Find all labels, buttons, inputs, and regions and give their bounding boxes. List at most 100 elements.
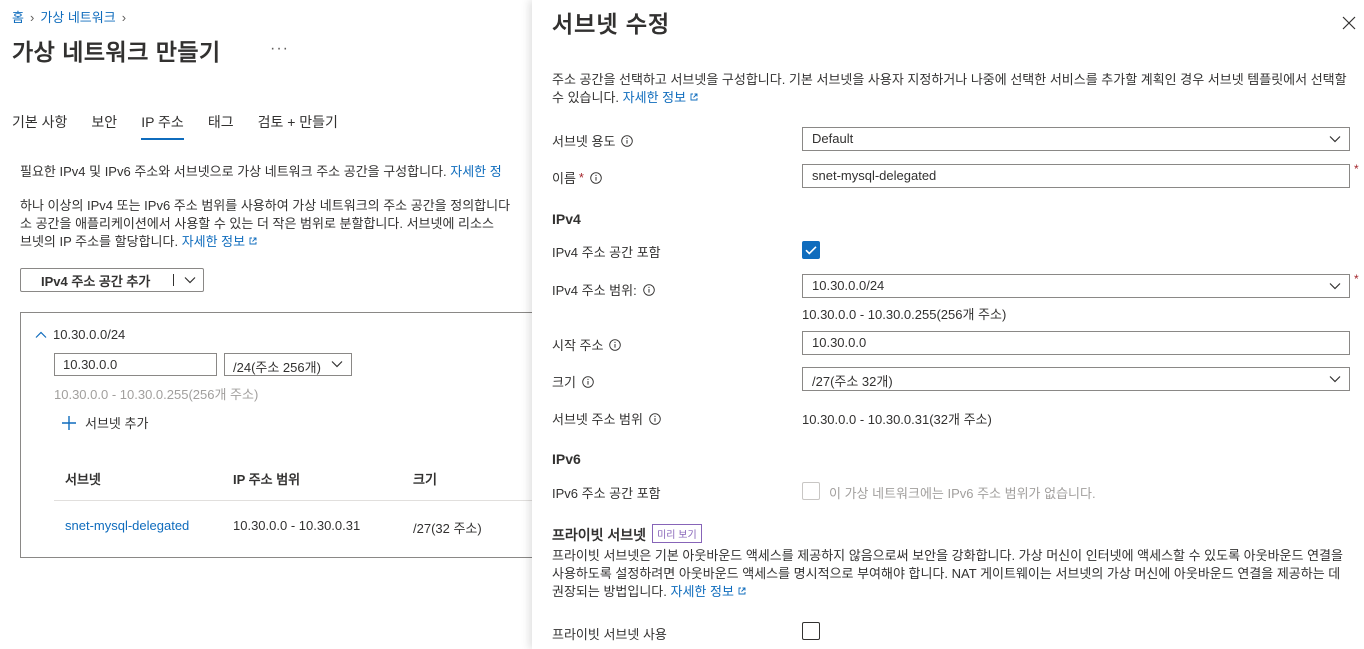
intro-text-body: 필요한 IPv4 및 IPv6 주소와 서브넷으로 가상 네트워크 주소 공간을… (20, 164, 447, 179)
name-label-text: 이름 (552, 171, 576, 186)
address-space-size-select[interactable]: /24(주소 256개) (224, 353, 352, 376)
plus-icon (62, 415, 76, 430)
ipv4-range-label: IPv4 주소 범위: (552, 280, 655, 299)
name-label: 이름 * (552, 168, 602, 187)
ipv4-include-checkbox[interactable] (802, 241, 820, 259)
subnet-size-select[interactable]: /27(주소 32개) (802, 367, 1350, 391)
address-space-header[interactable]: 10.30.0.0/24 (35, 327, 125, 342)
subnet-name-link[interactable]: snet-mysql-delegated (65, 518, 189, 533)
info-icon[interactable] (582, 375, 594, 388)
private-subnet-description: 프라이빗 서브넷은 기본 아웃바운드 액세스를 제공하지 않음으로써 보안을 강… (552, 547, 1352, 601)
tab-bar: 기본 사항 보안 IP 주소 태그 검토 + 만들기 (12, 112, 338, 140)
info-icon[interactable] (590, 171, 602, 184)
ipv6-include-label: IPv6 주소 공간 포함 (552, 486, 661, 501)
size-select-value: /24(주소 256개) (233, 360, 321, 375)
required-marker: * (1354, 272, 1359, 286)
subnet-purpose-label-text: 서브넷 용도 (552, 134, 616, 149)
chevron-down-icon[interactable] (184, 276, 196, 284)
ipv6-include-checkbox (802, 482, 820, 500)
ipv6-note: 이 가상 네트워크에는 IPv6 주소 범위가 없습니다. (829, 486, 1096, 501)
subnet-ip-range: 10.30.0.0 - 10.30.0.31 (233, 518, 361, 533)
start-address-input[interactable]: 10.30.0.0 (802, 331, 1350, 355)
subnet-range-label: 서브넷 주소 범위 (552, 409, 661, 428)
tab-basics[interactable]: 기본 사항 (12, 112, 67, 140)
preview-badge: 미리 보기 (652, 524, 702, 543)
size-label-text: 크기 (552, 375, 576, 390)
col-header-ip-range: IP 주소 범위 (233, 472, 301, 487)
private-subnet-checkbox[interactable] (802, 622, 820, 640)
start-address-label-text: 시작 주소 (552, 338, 604, 353)
external-link-icon (738, 587, 746, 595)
tab-ip-addresses[interactable]: IP 주소 (141, 112, 184, 140)
chevron-down-icon (331, 361, 343, 368)
page-title: 가상 네트워크 만들기 (12, 39, 221, 65)
external-link-icon (690, 93, 698, 101)
more-options-button[interactable]: ··· (270, 40, 289, 58)
subnet-purpose-label: 서브넷 용도 (552, 131, 634, 150)
tab-security[interactable]: 보안 (91, 112, 117, 140)
info-icon[interactable] (649, 412, 661, 425)
col-header-size: 크기 (413, 472, 437, 487)
subnet-range-label-text: 서브넷 주소 범위 (552, 412, 643, 427)
subnet-range-value: 10.30.0.0 - 10.30.0.31(32개 주소) (802, 412, 992, 427)
add-subnet-button[interactable]: 서브넷 추가 (61, 413, 148, 432)
intro-learn-more-link[interactable]: 자세한 정 (450, 164, 501, 179)
ipv4-range-select[interactable]: 10.30.0.0/24 (802, 274, 1350, 298)
description-line: 브넷의 IP 주소를 할당합니다. (20, 234, 179, 249)
add-ipv4-space-button[interactable]: IPv4 주소 공간 추가 (20, 268, 204, 292)
table-divider (54, 500, 540, 501)
panel-description: 주소 공간을 선택하고 서브넷을 구성합니다. 기본 서브넷을 사용자 지정하거… (552, 71, 1352, 107)
tab-review-create[interactable]: 검토 + 만들기 (258, 112, 338, 140)
create-vnet-page: 홈 › 가상 네트워크 › 가상 네트워크 만들기 ··· 기본 사항 보안 IP 주… (0, 0, 540, 649)
ipv6-section-heading: IPv6 (552, 451, 581, 467)
breadcrumb-vnet[interactable]: 가상 네트워크 (40, 10, 115, 25)
private-subnet-enable-label: 프라이빗 서브넷 사용 (552, 627, 667, 642)
size-label: 크기 (552, 372, 594, 391)
ipv4-range-hint: 10.30.0.0 - 10.30.0.255(256개 주소) (802, 307, 1007, 322)
tab-tags[interactable]: 태그 (208, 112, 234, 140)
ipv4-section-heading: IPv4 (552, 211, 581, 227)
breadcrumb-separator-icon: › (29, 10, 35, 25)
required-marker: * (1354, 162, 1359, 176)
external-link-icon (249, 237, 257, 245)
address-space-start-input[interactable]: 10.30.0.0 (54, 353, 217, 376)
description-line: 하나 이상의 IPv4 또는 IPv6 주소 범위를 사용하여 가상 네트워크의… (20, 198, 511, 213)
address-space-card: 10.30.0.0/24 10.30.0.0 /24(주소 256개) 10.3… (20, 312, 540, 558)
breadcrumb: 홈 › 가상 네트워크 › (12, 7, 132, 26)
ipv4-range-value: 10.30.0.0/24 (812, 278, 885, 293)
split-divider (173, 274, 174, 286)
address-space-description: 하나 이상의 IPv4 또는 IPv6 주소 범위를 사용하여 가상 네트워크의… (20, 197, 540, 251)
col-header-subnet: 서브넷 (65, 472, 101, 487)
info-icon[interactable] (621, 134, 634, 147)
learn-more-link[interactable]: 자세한 정보 (182, 234, 257, 249)
subnet-purpose-value: Default (812, 131, 854, 146)
address-range-hint: 10.30.0.0 - 10.30.0.255(256개 주소) (54, 387, 259, 402)
description-line: 소 공간을 애플리케이션에서 사용할 수 있는 더 작은 범위로 분할합니다. … (20, 216, 494, 231)
start-address-label: 시작 주소 (552, 335, 622, 354)
chevron-down-icon (1329, 283, 1341, 290)
chevron-down-icon (1329, 376, 1341, 383)
ipv4-range-label-text: IPv4 주소 범위: (552, 283, 637, 298)
info-icon[interactable] (609, 338, 622, 351)
add-ipv4-space-label: IPv4 주소 공간 추가 (41, 273, 151, 289)
subnet-size-value: /27(주소 32개) (812, 374, 893, 389)
info-icon[interactable] (642, 283, 655, 296)
panel-title: 서브넷 수정 (552, 11, 671, 37)
breadcrumb-home[interactable]: 홈 (12, 10, 24, 25)
chevron-up-icon[interactable] (35, 331, 47, 339)
subnet-purpose-select[interactable]: Default (802, 127, 1350, 151)
intro-text: 필요한 IPv4 및 IPv6 주소와 서브넷으로 가상 네트워크 주소 공간을… (20, 161, 502, 180)
private-subnet-heading-text: 프라이빗 서브넷 (552, 527, 647, 543)
edit-subnet-panel: 서브넷 수정 주소 공간을 선택하고 서브넷을 구성합니다. 기본 서브넷을 사… (532, 0, 1364, 649)
subnet-name-input[interactable]: snet-mysql-delegated (802, 164, 1350, 188)
breadcrumb-separator-icon: › (121, 10, 127, 25)
private-learn-more-link[interactable]: 자세한 정보 (671, 584, 746, 599)
add-subnet-label: 서브넷 추가 (85, 416, 149, 431)
chevron-down-icon (1329, 136, 1341, 143)
checkmark-icon (805, 246, 817, 255)
close-icon[interactable] (1342, 16, 1356, 30)
subnet-size: /27(32 주소) (413, 521, 482, 536)
panel-learn-more-link[interactable]: 자세한 정보 (623, 90, 698, 105)
required-marker: * (578, 170, 584, 185)
address-space-cidr: 10.30.0.0/24 (53, 327, 126, 342)
